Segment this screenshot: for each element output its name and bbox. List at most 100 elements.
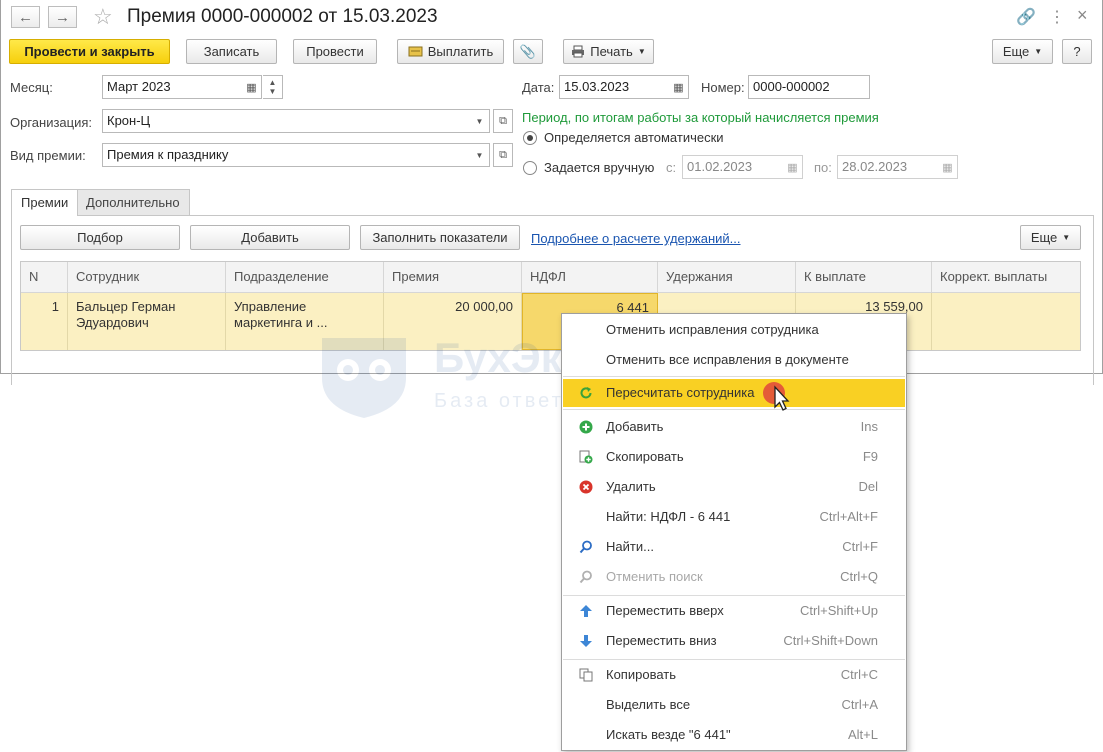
menu-item-label: Добавить [606, 419, 664, 434]
menu-item-add[interactable]: Добавить Ins [563, 413, 905, 441]
menu-item-shortcut: Ctrl+F [842, 539, 878, 554]
col-deductions[interactable]: Удержания [658, 262, 796, 293]
dropdown-arrow-icon: ▼ [475, 150, 484, 160]
organization-open-button[interactable]: ⧉ [493, 109, 513, 133]
month-field[interactable]: Март 2023 [102, 75, 243, 99]
date-label: Дата: [522, 80, 555, 95]
more-button[interactable]: Еще ▼ [992, 39, 1053, 64]
to-date-field[interactable]: 28.02.2023 [837, 155, 939, 179]
pay-button[interactable]: Выплатить [397, 39, 504, 64]
col-n[interactable]: N [21, 262, 68, 293]
menu-item-shortcut: Ctrl+Shift+Down [783, 633, 878, 648]
menu-item-shortcut: Alt+L [848, 727, 878, 742]
from-date-field[interactable]: 01.02.2023 [682, 155, 784, 179]
cell-employee[interactable]: Бальцер Герман Эдуардович [68, 293, 226, 350]
stepper-up-icon: ▲ [268, 78, 277, 87]
col-payout[interactable]: К выплате [796, 262, 932, 293]
cell-department-line2: маркетинга и ... [234, 315, 328, 330]
tab-premii[interactable]: Премии [11, 189, 79, 216]
month-label: Месяц: [10, 80, 53, 95]
calendar-icon: ▦ [787, 161, 798, 174]
pick-button[interactable]: Подбор [20, 225, 180, 250]
radio-auto-label: Определяется автоматически [544, 130, 724, 145]
col-correction[interactable]: Коррект. выплаты [932, 262, 1080, 293]
print-button-label: Печать [590, 44, 633, 59]
menu-item-shortcut: Ctrl+A [841, 697, 878, 712]
pay-button-label: Выплатить [427, 44, 494, 59]
number-field[interactable]: 0000-000002 [748, 75, 870, 99]
deductions-details-link[interactable]: Подробнее о расчете удержаний... [531, 231, 741, 246]
menu-item-shortcut: Ctrl+C [840, 667, 878, 682]
organization-label: Организация: [10, 115, 93, 130]
print-button[interactable]: Печать ▼ [563, 39, 654, 64]
menu-item-delete[interactable]: Удалить Del [563, 473, 905, 501]
calendar-button[interactable]: ▦ [242, 75, 262, 99]
back-button[interactable]: ← [11, 6, 40, 28]
post-and-close-button[interactable]: Провести и закрыть [9, 39, 170, 64]
menu-item-copy-row[interactable]: Скопировать F9 [563, 443, 905, 471]
post-button[interactable]: Провести [293, 39, 377, 64]
bonus-type-dropdown-button[interactable]: ▼ [470, 143, 490, 167]
period-note: Период, по итогам работы за который начи… [522, 110, 879, 125]
organization-field[interactable]: Крон-Ц [102, 109, 471, 133]
from-calendar-button[interactable]: ▦ [783, 155, 803, 179]
save-button[interactable]: Записать [186, 39, 277, 64]
menu-item-move-down[interactable]: Переместить вниз Ctrl+Shift+Down [563, 627, 905, 655]
context-menu: Отменить исправления сотрудника Отменить… [561, 313, 907, 751]
menu-item-shortcut: Ctrl+Q [840, 569, 878, 584]
menu-item-move-up[interactable]: Переместить вверх Ctrl+Shift+Up [563, 597, 905, 625]
menu-item-label: Выделить все [606, 697, 691, 712]
mouse-cursor-icon [763, 382, 790, 411]
table-more-label: Еще [1030, 230, 1058, 245]
radio-auto[interactable] [523, 131, 537, 145]
menu-item-label: Копировать [606, 667, 676, 682]
bonus-type-field[interactable]: Премия к празднику [102, 143, 471, 167]
col-bonus[interactable]: Премия [384, 262, 522, 293]
cell-n[interactable]: 1 [21, 293, 68, 350]
menu-item-find-value[interactable]: Найти: НДФЛ - 6 441 Ctrl+Alt+F [563, 503, 905, 531]
menu-item-cancel-employee-edits[interactable]: Отменить исправления сотрудника [563, 316, 905, 344]
pay-icon [408, 46, 423, 57]
open-icon: ⧉ [499, 114, 507, 127]
month-stepper[interactable]: ▲ ▼ [263, 75, 283, 99]
fill-indicators-button[interactable]: Заполнить показатели [360, 225, 520, 250]
menu-item-label: Пересчитать сотрудника [606, 385, 755, 400]
menu-item-find[interactable]: Найти... Ctrl+F [563, 533, 905, 561]
from-label: с: [666, 160, 677, 175]
menu-item-select-all[interactable]: Выделить все Ctrl+A [563, 691, 905, 719]
search-icon [579, 540, 592, 554]
menu-item-copy[interactable]: Копировать Ctrl+C [563, 661, 905, 689]
menu-dots-icon[interactable]: ⋮ [1049, 7, 1065, 27]
date-field[interactable]: 15.03.2023 [559, 75, 670, 99]
menu-item-label: Переместить вниз [606, 633, 717, 648]
forward-button[interactable]: → [48, 6, 77, 28]
cancel-search-icon [579, 570, 592, 584]
menu-item-shortcut: Ctrl+Alt+F [819, 509, 878, 524]
menu-item-search-everywhere[interactable]: Искать везде "6 441" Alt+L [563, 721, 905, 749]
radio-manual[interactable] [523, 161, 537, 175]
cell-employee-line2: Эдуардович [76, 315, 149, 330]
menu-item-label: Искать везде "6 441" [606, 727, 731, 742]
table-more-button[interactable]: Еще ▼ [1020, 225, 1081, 250]
tab-dopolnitelno[interactable]: Дополнительно [76, 189, 190, 215]
close-icon[interactable]: × [1077, 5, 1088, 26]
menu-separator [563, 376, 905, 377]
menu-item-cancel-all-edits[interactable]: Отменить все исправления в документе [563, 346, 905, 374]
add-button[interactable]: Добавить [190, 225, 350, 250]
attach-button[interactable]: 📎 [513, 39, 543, 64]
cell-correction[interactable] [932, 293, 1080, 350]
bonus-type-open-button[interactable]: ⧉ [493, 143, 513, 167]
bonus-type-label: Вид премии: [10, 148, 86, 163]
link-icon[interactable]: 🔗 [1016, 7, 1036, 27]
menu-item-recalculate-employee[interactable]: Пересчитать сотрудника [563, 379, 905, 407]
favorite-star-icon[interactable]: ☆ [93, 4, 113, 30]
col-department[interactable]: Подразделение [226, 262, 384, 293]
organization-dropdown-button[interactable]: ▼ [470, 109, 490, 133]
menu-item-cancel-search[interactable]: Отменить поиск Ctrl+Q [563, 563, 905, 591]
help-button[interactable]: ? [1062, 39, 1092, 64]
date-calendar-button[interactable]: ▦ [669, 75, 689, 99]
to-calendar-button[interactable]: ▦ [938, 155, 958, 179]
col-employee[interactable]: Сотрудник [68, 262, 226, 293]
col-ndfl[interactable]: НДФЛ [522, 262, 658, 293]
menu-item-label: Отменить исправления сотрудника [606, 322, 819, 337]
